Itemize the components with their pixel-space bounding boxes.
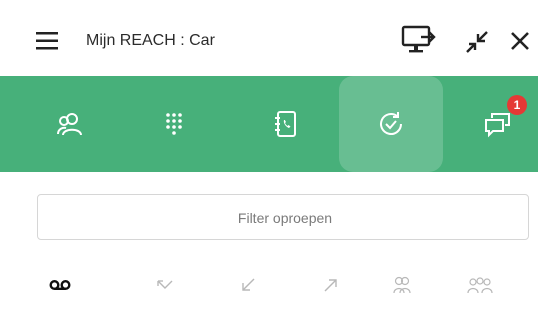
outgoing-filter[interactable] [316, 272, 346, 298]
group-icon [393, 276, 411, 294]
filter-input[interactable] [38, 195, 532, 241]
hamburger-icon[interactable] [36, 32, 58, 50]
outgoing-call-icon [324, 279, 337, 292]
tab-contacts[interactable] [18, 76, 122, 172]
minimize-icon[interactable] [464, 30, 490, 54]
group-filter[interactable] [387, 272, 417, 298]
unread-badge: 1 [507, 95, 527, 115]
call-filter-bar [37, 266, 529, 306]
close-icon[interactable] [509, 30, 531, 52]
incoming-filter[interactable] [233, 272, 263, 298]
chat-icon [485, 113, 510, 138]
missed-call-icon [157, 280, 173, 289]
tab-messages[interactable] [446, 76, 538, 172]
conference-filter[interactable] [465, 272, 495, 298]
voicemail-filter[interactable] [45, 272, 75, 298]
voicemail-icon [49, 280, 71, 291]
tab-dialpad[interactable] [122, 76, 226, 172]
tab-phonebook[interactable] [234, 76, 338, 172]
app-title: Mijn REACH : Car [86, 32, 215, 49]
tab-history[interactable] [339, 76, 443, 172]
dialpad-icon [166, 113, 182, 135]
conference-icon [467, 277, 493, 294]
title-bar: Mijn REACH : Car [0, 0, 538, 76]
missed-filter[interactable] [150, 272, 180, 298]
incoming-call-icon [242, 278, 255, 291]
nav-bar [0, 76, 538, 172]
call-history-icon [380, 112, 402, 135]
phonebook-icon [275, 111, 296, 137]
contacts-icon [57, 113, 82, 136]
filter-field [37, 194, 532, 241]
monitor-share-icon[interactable] [401, 24, 437, 58]
